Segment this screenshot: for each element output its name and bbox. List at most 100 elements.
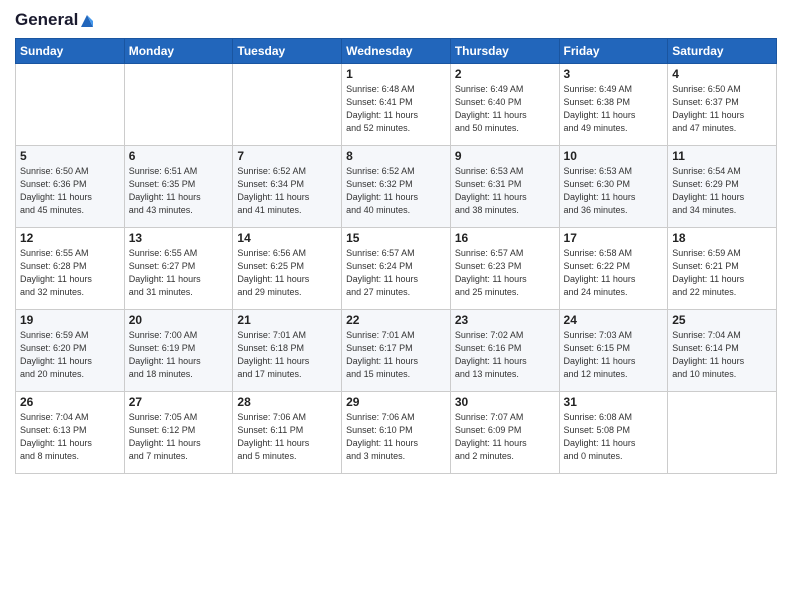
day-number: 8 [346, 149, 446, 163]
day-of-week-header: Sunday [16, 38, 125, 63]
day-number: 22 [346, 313, 446, 327]
day-number: 21 [237, 313, 337, 327]
day-number: 9 [455, 149, 555, 163]
calendar-cell: 27 Sunrise: 7:05 AM Sunset: 6:12 PM Dayli… [124, 391, 233, 473]
calendar-cell: 2 Sunrise: 6:49 AM Sunset: 6:40 PM Daylig… [450, 63, 559, 145]
day-number: 12 [20, 231, 120, 245]
day-info: Sunrise: 6:49 AM Sunset: 6:40 PM Dayligh… [455, 83, 555, 135]
day-info: Sunrise: 6:52 AM Sunset: 6:34 PM Dayligh… [237, 165, 337, 217]
calendar-table: SundayMondayTuesdayWednesdayThursdayFrid… [15, 38, 777, 474]
day-of-week-header: Saturday [668, 38, 777, 63]
day-number: 28 [237, 395, 337, 409]
day-number: 6 [129, 149, 229, 163]
day-number: 17 [564, 231, 664, 245]
day-number: 19 [20, 313, 120, 327]
calendar-cell: 20Sunrise: 7:00 AM Sunset: 6:19 PM Dayli… [124, 309, 233, 391]
day-number: 2 [455, 67, 555, 81]
day-number: 7 [237, 149, 337, 163]
day-number: 29 [346, 395, 446, 409]
calendar-cell [233, 63, 342, 145]
day-number: 10 [564, 149, 664, 163]
day-info: Sunrise: 6:55 AM Sunset: 6:27 PM Dayligh… [129, 247, 229, 299]
day-info: Sunrise: 7:06 AM Sunset: 6:11 PM Dayligh… [237, 411, 337, 463]
day-info: Sunrise: 6:59 AM Sunset: 6:21 PM Dayligh… [672, 247, 772, 299]
calendar-cell: 5 Sunrise: 6:50 AM Sunset: 6:36 PM Daylig… [16, 145, 125, 227]
day-number: 3 [564, 67, 664, 81]
day-info: Sunrise: 6:49 AM Sunset: 6:38 PM Dayligh… [564, 83, 664, 135]
calendar-cell: 25Sunrise: 7:04 AM Sunset: 6:14 PM Dayli… [668, 309, 777, 391]
calendar-cell: 1Sunrise: 6:48 AM Sunset: 6:41 PM Daylig… [342, 63, 451, 145]
calendar-cell [16, 63, 125, 145]
logo-text: General [15, 10, 95, 30]
page-container: General SundayMondayTuesdayWednesdayThur… [0, 0, 792, 484]
day-info: Sunrise: 6:56 AM Sunset: 6:25 PM Dayligh… [237, 247, 337, 299]
calendar-cell: 10 Sunrise: 6:53 AM Sunset: 6:30 PM Dayli… [559, 145, 668, 227]
calendar-cell: 18 Sunrise: 6:59 AM Sunset: 6:21 PM Dayli… [668, 227, 777, 309]
day-number: 20 [129, 313, 229, 327]
day-info: Sunrise: 6:55 AM Sunset: 6:28 PM Dayligh… [20, 247, 120, 299]
calendar-cell: 19 Sunrise: 6:59 AM Sunset: 6:20 PM Dayli… [16, 309, 125, 391]
day-of-week-header: Tuesday [233, 38, 342, 63]
calendar-cell [668, 391, 777, 473]
day-info: Sunrise: 6:52 AM Sunset: 6:32 PM Dayligh… [346, 165, 446, 217]
day-info: Sunrise: 6:53 AM Sunset: 6:30 PM Dayligh… [564, 165, 664, 217]
calendar-cell: 15Sunrise: 6:57 AM Sunset: 6:24 PM Dayli… [342, 227, 451, 309]
day-number: 24 [564, 313, 664, 327]
calendar-cell: 16 Sunrise: 6:57 AM Sunset: 6:23 PM Dayli… [450, 227, 559, 309]
day-of-week-header: Friday [559, 38, 668, 63]
day-number: 26 [20, 395, 120, 409]
day-info: Sunrise: 6:50 AM Sunset: 6:36 PM Dayligh… [20, 165, 120, 217]
day-info: Sunrise: 6:58 AM Sunset: 6:22 PM Dayligh… [564, 247, 664, 299]
calendar-cell: 14 Sunrise: 6:56 AM Sunset: 6:25 PM Dayli… [233, 227, 342, 309]
day-info: Sunrise: 6:57 AM Sunset: 6:24 PM Dayligh… [346, 247, 446, 299]
calendar-cell: 24 Sunrise: 7:03 AM Sunset: 6:15 PM Dayli… [559, 309, 668, 391]
calendar-cell: 7 Sunrise: 6:52 AM Sunset: 6:34 PM Daylig… [233, 145, 342, 227]
calendar-cell: 23 Sunrise: 7:02 AM Sunset: 6:16 PM Dayli… [450, 309, 559, 391]
day-number: 27 [129, 395, 229, 409]
day-info: Sunrise: 7:01 AM Sunset: 6:17 PM Dayligh… [346, 329, 446, 381]
day-of-week-header: Wednesday [342, 38, 451, 63]
day-number: 16 [455, 231, 555, 245]
day-info: Sunrise: 7:05 AM Sunset: 6:12 PM Dayligh… [129, 411, 229, 463]
day-number: 14 [237, 231, 337, 245]
calendar-cell: 22 Sunrise: 7:01 AM Sunset: 6:17 PM Dayli… [342, 309, 451, 391]
day-number: 5 [20, 149, 120, 163]
calendar-cell: 6Sunrise: 6:51 AM Sunset: 6:35 PM Daylig… [124, 145, 233, 227]
day-info: Sunrise: 6:54 AM Sunset: 6:29 PM Dayligh… [672, 165, 772, 217]
day-info: Sunrise: 6:59 AM Sunset: 6:20 PM Dayligh… [20, 329, 120, 381]
calendar-cell: 30 Sunrise: 7:07 AM Sunset: 6:09 PM Dayli… [450, 391, 559, 473]
day-number: 30 [455, 395, 555, 409]
day-info: Sunrise: 7:07 AM Sunset: 6:09 PM Dayligh… [455, 411, 555, 463]
calendar-cell: 31Sunrise: 6:08 AM Sunset: 5:08 PM Dayli… [559, 391, 668, 473]
calendar-cell: 29Sunrise: 7:06 AM Sunset: 6:10 PM Dayli… [342, 391, 451, 473]
day-info: Sunrise: 6:53 AM Sunset: 6:31 PM Dayligh… [455, 165, 555, 217]
calendar-cell: 4Sunrise: 6:50 AM Sunset: 6:37 PM Daylig… [668, 63, 777, 145]
day-number: 13 [129, 231, 229, 245]
calendar-cell: 12 Sunrise: 6:55 AM Sunset: 6:28 PM Dayli… [16, 227, 125, 309]
day-info: Sunrise: 6:57 AM Sunset: 6:23 PM Dayligh… [455, 247, 555, 299]
calendar-cell: 13 Sunrise: 6:55 AM Sunset: 6:27 PM Dayli… [124, 227, 233, 309]
calendar-cell: 17 Sunrise: 6:58 AM Sunset: 6:22 PM Dayli… [559, 227, 668, 309]
day-number: 4 [672, 67, 772, 81]
calendar-cell: 26 Sunrise: 7:04 AM Sunset: 6:13 PM Dayli… [16, 391, 125, 473]
day-number: 1 [346, 67, 446, 81]
day-info: Sunrise: 7:04 AM Sunset: 6:13 PM Dayligh… [20, 411, 120, 463]
calendar-cell: 28 Sunrise: 7:06 AM Sunset: 6:11 PM Dayli… [233, 391, 342, 473]
day-info: Sunrise: 7:01 AM Sunset: 6:18 PM Dayligh… [237, 329, 337, 381]
calendar-cell: 11Sunrise: 6:54 AM Sunset: 6:29 PM Dayli… [668, 145, 777, 227]
day-info: Sunrise: 7:03 AM Sunset: 6:15 PM Dayligh… [564, 329, 664, 381]
logo: General [15, 10, 95, 30]
day-info: Sunrise: 7:04 AM Sunset: 6:14 PM Dayligh… [672, 329, 772, 381]
day-info: Sunrise: 7:02 AM Sunset: 6:16 PM Dayligh… [455, 329, 555, 381]
calendar-cell: 21 Sunrise: 7:01 AM Sunset: 6:18 PM Dayli… [233, 309, 342, 391]
day-of-week-header: Monday [124, 38, 233, 63]
calendar-cell: 3 Sunrise: 6:49 AM Sunset: 6:38 PM Daylig… [559, 63, 668, 145]
day-number: 23 [455, 313, 555, 327]
day-number: 31 [564, 395, 664, 409]
header: General [15, 10, 777, 30]
calendar-cell [124, 63, 233, 145]
day-number: 18 [672, 231, 772, 245]
day-of-week-header: Thursday [450, 38, 559, 63]
calendar-cell: 9 Sunrise: 6:53 AM Sunset: 6:31 PM Daylig… [450, 145, 559, 227]
calendar-cell: 8 Sunrise: 6:52 AM Sunset: 6:32 PM Daylig… [342, 145, 451, 227]
